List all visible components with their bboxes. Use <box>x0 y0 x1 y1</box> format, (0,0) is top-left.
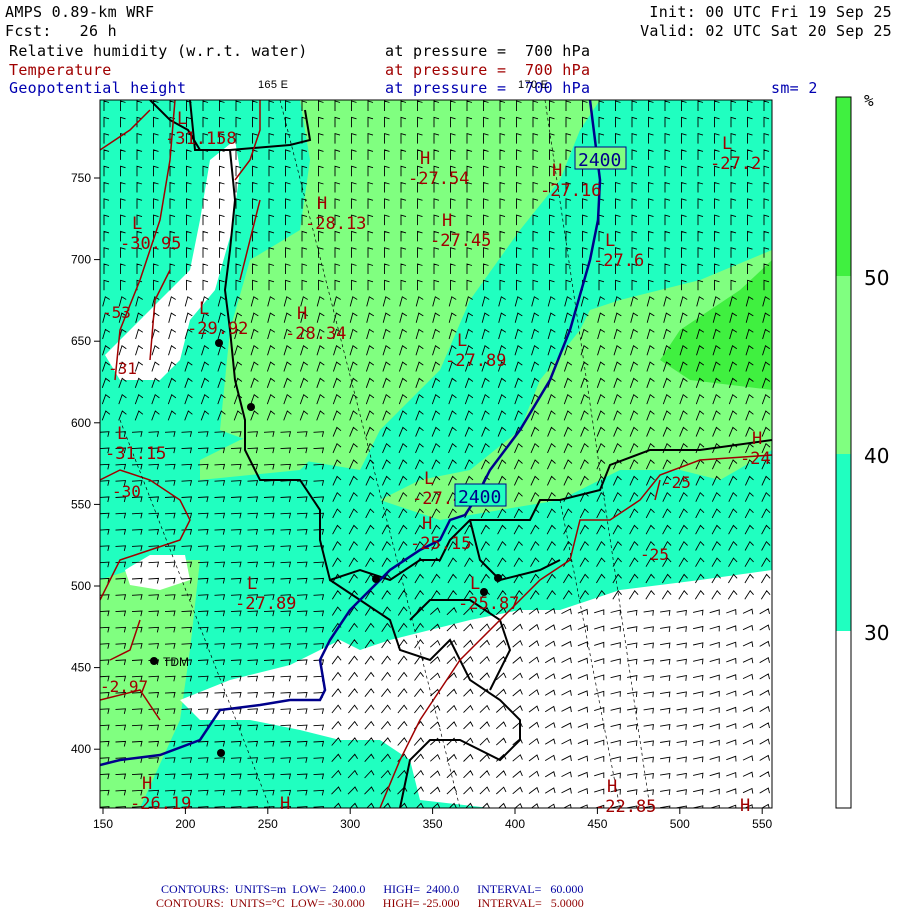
temp-extremum-value: -27.2 <box>710 154 761 174</box>
temp-extremum-kind: L <box>247 574 257 594</box>
temp-extremum-value: -31.158 <box>165 129 237 149</box>
temp-extremum-kind: L <box>424 469 434 489</box>
y-tick-label: 700 <box>71 253 91 267</box>
colorbar: % 50 40 30 <box>835 91 889 809</box>
temp-extremum-kind: L <box>722 134 732 154</box>
y-axis: 750 700 650 600 550 500 450 400 <box>71 171 100 756</box>
height-label: 2400 <box>458 487 501 508</box>
temp-contour-value: -31 <box>108 359 137 378</box>
temp-extremum-value: -25.15 <box>410 534 471 554</box>
interval: INTERVAL= 5.0000 <box>477 896 584 910</box>
x-tick-label: 150 <box>93 817 113 831</box>
temp-extremum-value: -27.6 <box>593 251 644 271</box>
y-tick-label: 500 <box>71 579 91 593</box>
y-tick-label: 400 <box>71 742 91 756</box>
x-tick-label: 250 <box>258 817 278 831</box>
temp-extremum-kind: L <box>199 299 209 319</box>
temp-extremum-kind: H <box>740 796 750 816</box>
x-tick-label: 500 <box>670 817 690 831</box>
x-tick-label: 350 <box>423 817 443 831</box>
station-dot <box>372 575 380 583</box>
temp-extremum-kind: H <box>442 211 452 231</box>
temp-contour-value: -30 <box>112 482 141 501</box>
temp-extremum-kind: H <box>142 774 152 794</box>
temp-extremum-kind: H <box>420 149 430 169</box>
temp-contour-value: -53 <box>102 303 131 322</box>
colorbar-40-50 <box>836 276 851 454</box>
temp-extremum-value: -28.13 <box>305 214 366 234</box>
temp-extremum-kind: L <box>605 231 615 251</box>
station-dot <box>217 749 225 757</box>
temp-extremum-value: -25.87 <box>458 594 519 614</box>
temp-contour-value: -25 <box>662 473 691 492</box>
map-canvas: L-31.158L-30.95L-29.92H-28.13H-28.34H-27… <box>71 91 889 831</box>
temp-extremum-kind: H <box>752 429 762 449</box>
temp-extremum-kind: L <box>470 574 480 594</box>
y-tick-label: 450 <box>71 661 91 675</box>
colorbar-below30 <box>836 631 851 808</box>
temp-extremum-value: -28.34 <box>285 324 346 344</box>
x-tick-label: 450 <box>587 817 607 831</box>
temp-extremum-kind: H <box>317 194 327 214</box>
y-tick-label: 600 <box>71 416 91 430</box>
y-tick-label: 650 <box>71 334 91 348</box>
colorbar-tick: 50 <box>864 266 889 290</box>
temp-extremum-value: -27.45 <box>430 231 491 251</box>
station-dot <box>215 339 223 347</box>
low: LOW= -30.000 <box>290 896 365 910</box>
station-dot-tdm <box>150 657 158 665</box>
temp-contour-value: -2.97 <box>100 677 148 696</box>
y-tick-label: 750 <box>71 171 91 185</box>
colorbar-30-40 <box>836 454 851 631</box>
y-tick-label: 550 <box>71 497 91 511</box>
x-axis: 150 200 250 300 350 400 450 500 550 <box>93 808 773 831</box>
colorbar-tick: 30 <box>864 621 889 645</box>
temp-extremum-kind: L <box>117 424 127 444</box>
temp-extremum-value: -31.15 <box>105 444 166 464</box>
temp-extremum-value: -29.92 <box>187 319 248 339</box>
temp-extremum-value: -24 <box>740 449 771 469</box>
x-tick-label: 200 <box>175 817 195 831</box>
temp-extremum-value: -30.95 <box>120 234 181 254</box>
temp-extremum-kind: H <box>607 777 617 797</box>
label: CONTOURS: <box>156 896 224 910</box>
colorbar-above50 <box>836 97 851 276</box>
high: HIGH= -25.000 <box>382 896 460 910</box>
x-tick-label: 300 <box>340 817 360 831</box>
temp-extremum-kind: L <box>177 109 187 129</box>
temp-extremum-kind: L <box>457 331 467 351</box>
colorbar-unit: % <box>864 91 874 110</box>
station-dot <box>247 403 255 411</box>
temp-extremum-value: -22.85 <box>595 797 656 817</box>
temp-extremum-kind: H <box>297 304 307 324</box>
temp-extremum-value: -27.89 <box>445 351 506 371</box>
units: UNITS=°C <box>229 896 285 910</box>
station-dot <box>480 588 488 596</box>
temp-extremum-kind: H <box>280 794 290 814</box>
temp-extremum-kind: L <box>132 214 142 234</box>
x-tick-label: 550 <box>752 817 772 831</box>
temp-extremum-value: -27.89 <box>235 594 296 614</box>
station-dot <box>494 574 502 582</box>
x-tick-label: 400 <box>505 817 525 831</box>
rh-fill <box>100 100 772 808</box>
temp-contour-value: -25 <box>640 545 669 564</box>
temp-contour-info: CONTOURS: UNITS=°C LOW= -30.000 HIGH= -2… <box>150 881 584 911</box>
temp-extremum-kind: H <box>422 514 432 534</box>
colorbar-tick: 40 <box>864 444 889 468</box>
station-label-tdm: TDM <box>163 655 189 669</box>
height-label: 2400 <box>578 150 621 171</box>
temp-extremum-value: -26.19 <box>130 794 191 814</box>
temp-extremum-value: -27.16 <box>540 181 601 201</box>
temp-extremum-value: -27.54 <box>408 169 469 189</box>
temp-extremum-kind: H <box>552 161 562 181</box>
